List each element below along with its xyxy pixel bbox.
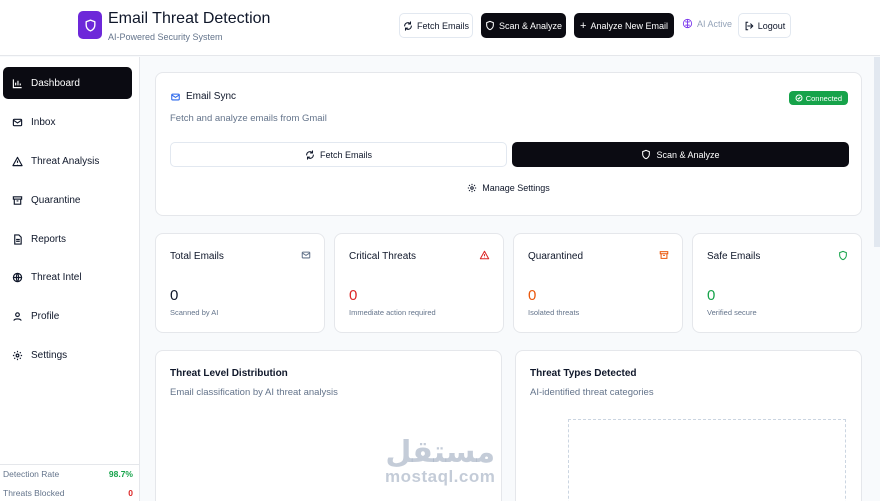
threats-blocked-value: 0 <box>128 488 133 498</box>
stat-note: Scanned by AI <box>170 308 219 317</box>
sidebar-item-settings[interactable]: Settings <box>3 339 132 371</box>
email-sync-subtitle: Fetch and analyze emails from Gmail <box>170 113 327 124</box>
brain-icon <box>682 18 693 29</box>
connection-status-label: Connected <box>805 93 842 103</box>
bar-chart-icon <box>12 78 22 88</box>
sidebar-item-reports[interactable]: Reports <box>3 223 132 255</box>
check-circle-icon <box>795 94 803 102</box>
sidebar: Dashboard Inbox Threat Analysis Quaranti… <box>0 57 140 501</box>
page-scrollbar[interactable] <box>874 57 880 247</box>
chart-placeholder <box>568 419 846 501</box>
stat-card-safe-emails: Safe Emails 0 Verified secure <box>692 233 862 333</box>
sidebar-item-threat-intel[interactable]: Threat Intel <box>3 261 132 293</box>
watermark: مستقل mostaql.com <box>385 438 495 486</box>
stat-value: 0 <box>707 287 716 304</box>
connection-status-badge: Connected <box>788 91 848 105</box>
threats-blocked-label: Threats Blocked <box>3 488 65 498</box>
alert-triangle-icon <box>12 156 23 166</box>
mail-icon <box>171 93 180 100</box>
sidebar-item-profile[interactable]: Profile <box>3 300 132 332</box>
sidebar-item-label: Threat Analysis <box>31 155 100 167</box>
app-title: Email Threat Detection <box>108 10 271 27</box>
stat-label: Safe Emails <box>707 251 761 262</box>
archive-icon <box>659 251 669 259</box>
watermark-latin: mostaql.com <box>385 467 496 486</box>
sidebar-item-label: Quarantine <box>31 194 81 206</box>
refresh-icon <box>306 149 314 160</box>
refresh-icon <box>404 20 412 31</box>
sidebar-divider <box>0 464 140 465</box>
archive-icon <box>12 195 23 205</box>
logout-icon <box>745 21 754 30</box>
email-sync-card: Email Sync Fetch and analyze emails from… <box>155 72 862 216</box>
logout-label: Logout <box>757 20 786 31</box>
ai-status: AI Active <box>682 18 732 29</box>
manage-settings-button[interactable]: Manage Settings <box>156 183 861 193</box>
sidebar-item-label: Inbox <box>31 116 56 128</box>
scan-analyze-label: Scan & Analyze <box>498 20 563 31</box>
stat-label: Total Emails <box>170 251 224 262</box>
alert-triangle-icon <box>479 250 490 260</box>
threat-level-title: Threat Level Distribution <box>170 368 288 379</box>
stat-card-total-emails: Total Emails 0 Scanned by AI <box>155 233 325 333</box>
detection-rate-label: Detection Rate <box>3 469 60 479</box>
stat-note: Immediate action required <box>349 308 436 317</box>
sidebar-item-inbox[interactable]: Inbox <box>3 106 132 138</box>
threat-level-subtitle: Email classification by AI threat analys… <box>170 387 338 398</box>
file-text-icon <box>14 233 22 245</box>
scan-analyze-button[interactable]: Scan & Analyze <box>481 13 566 38</box>
sync-scan-analyze-label: Scan & Analyze <box>656 149 720 160</box>
sidebar-item-threat-analysis[interactable]: Threat Analysis <box>3 145 132 177</box>
fetch-emails-button[interactable]: Fetch Emails <box>399 13 473 38</box>
sync-fetch-emails-button[interactable]: Fetch Emails <box>170 142 507 167</box>
detection-rate-stat: Detection Rate 98.7% <box>3 469 133 479</box>
plus-icon: + <box>580 19 587 32</box>
logout-button[interactable]: Logout <box>738 13 791 38</box>
sync-fetch-emails-label: Fetch Emails <box>319 149 372 160</box>
manage-settings-label: Manage Settings <box>482 183 550 193</box>
sidebar-item-label: Dashboard <box>31 77 80 89</box>
stat-card-quarantined: Quarantined 0 Isolated threats <box>513 233 683 333</box>
stat-label: Quarantined <box>528 251 584 262</box>
mail-icon <box>301 251 311 259</box>
threats-blocked-stat: Threats Blocked 0 <box>3 488 133 498</box>
stat-label: Critical Threats <box>349 251 417 262</box>
email-sync-title-text: Email Sync <box>186 91 237 102</box>
shield-icon <box>84 18 96 32</box>
stat-value: 0 <box>349 287 358 304</box>
shield-icon <box>642 149 651 160</box>
sidebar-item-label: Settings <box>31 349 68 361</box>
app-logo <box>78 11 102 39</box>
user-icon <box>13 311 22 321</box>
sidebar-item-label: Reports <box>31 233 67 245</box>
email-sync-title: Email Sync <box>170 91 236 102</box>
sidebar-item-dashboard[interactable]: Dashboard <box>3 67 132 99</box>
sync-scan-analyze-button[interactable]: Scan & Analyze <box>512 142 849 167</box>
sidebar-item-label: Threat Intel <box>31 271 82 283</box>
globe-icon <box>12 272 23 282</box>
fetch-emails-label: Fetch Emails <box>416 20 469 31</box>
detection-rate-value: 98.7% <box>108 469 133 479</box>
app-subtitle: AI-Powered Security System <box>108 32 223 42</box>
shield-icon <box>839 250 847 261</box>
analyze-new-email-label: Analyze New Email <box>590 20 668 31</box>
ai-status-label: AI Active <box>697 18 733 29</box>
stat-value: 0 <box>528 287 537 304</box>
threat-types-subtitle: AI-identified threat categories <box>530 387 654 398</box>
gear-icon <box>468 183 477 193</box>
watermark-arabic: مستقل <box>385 436 496 469</box>
stat-note: Isolated threats <box>528 308 580 317</box>
sidebar-item-quarantine[interactable]: Quarantine <box>3 184 132 216</box>
shield-icon <box>486 20 494 31</box>
sidebar-item-label: Profile <box>31 310 60 322</box>
threat-types-panel: Threat Types Detected AI-identified thre… <box>515 350 862 501</box>
stat-value: 0 <box>170 287 179 304</box>
analyze-new-email-button[interactable]: + Analyze New Email <box>574 13 674 38</box>
stat-card-critical-threats: Critical Threats 0 Immediate action requ… <box>334 233 504 333</box>
gear-icon <box>12 350 23 360</box>
app-header: Email Threat Detection AI-Powered Securi… <box>0 0 880 56</box>
mail-icon <box>12 118 23 126</box>
stat-note: Verified secure <box>707 308 757 317</box>
threat-types-title: Threat Types Detected <box>530 368 637 379</box>
